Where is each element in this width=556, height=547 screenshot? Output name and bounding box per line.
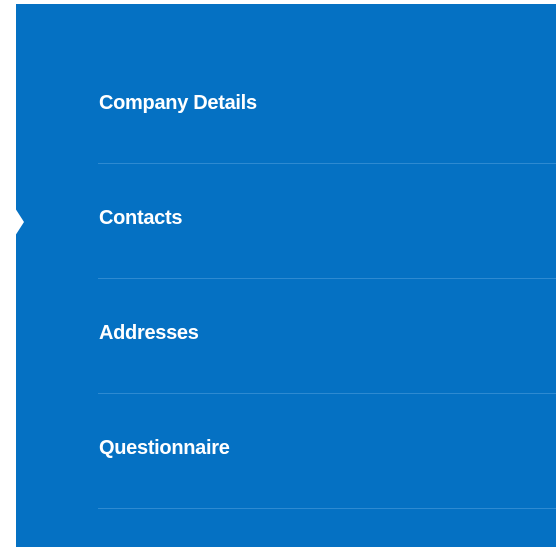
nav-item-label: Contacts bbox=[99, 207, 183, 229]
nav-item-company-details[interactable]: Company Details bbox=[16, 49, 556, 164]
nav-item-questionnaire[interactable]: Questionnaire bbox=[16, 394, 556, 509]
active-pointer-icon bbox=[15, 207, 24, 236]
sidebar-nav: Company Details Contacts Addresses Quest… bbox=[15, 4, 556, 547]
nav-item-label: Addresses bbox=[99, 322, 199, 344]
nav-item-addresses[interactable]: Addresses bbox=[16, 279, 556, 394]
nav-item-label: Company Details bbox=[99, 92, 257, 114]
nav-item-label: Questionnaire bbox=[99, 437, 230, 459]
nav-divider bbox=[98, 508, 556, 509]
nav-item-contacts[interactable]: Contacts bbox=[15, 164, 556, 279]
nav-list: Company Details Contacts Addresses Quest… bbox=[15, 49, 556, 509]
